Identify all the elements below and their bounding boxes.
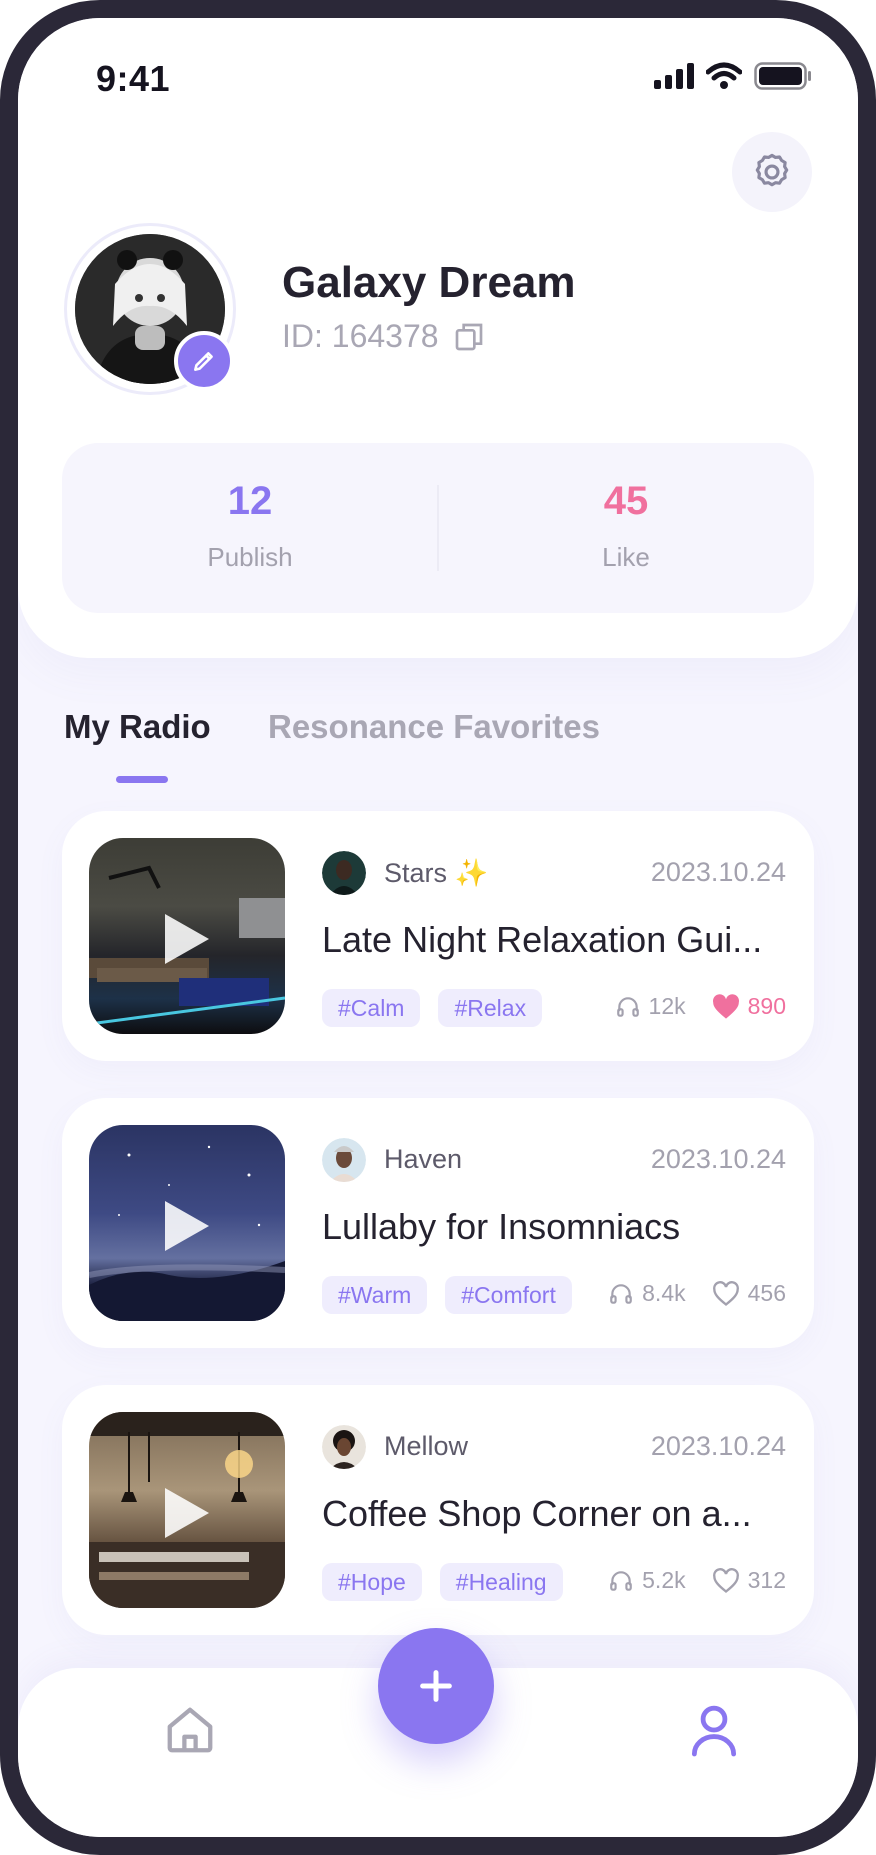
copy-icon[interactable] (453, 321, 485, 353)
tag[interactable]: #Comfort (445, 1276, 572, 1314)
listens-metric: 12k (615, 993, 686, 1020)
nav-home-button[interactable] (158, 1698, 222, 1762)
card-thumbnail[interactable] (89, 1412, 285, 1608)
likes-count: 312 (747, 1567, 786, 1593)
card-date: 2023.10.24 (650, 1144, 786, 1174)
stat-label: Like (602, 542, 650, 572)
headphones-icon (610, 1283, 632, 1304)
stat-value: 12 (227, 479, 273, 523)
pencil-icon (194, 352, 213, 371)
tag-list: #Warm #Comfort (322, 1276, 572, 1314)
heart-outline-icon (712, 1567, 739, 1593)
profile-name: Galaxy Dream (282, 258, 576, 307)
radio-card[interactable]: Mellow 2023.10.24 Coffee Shop Corner on … (62, 1385, 814, 1635)
tab-active-indicator (116, 776, 168, 783)
card-date: 2023.10.24 (650, 1431, 786, 1461)
phone-frame: 9:41 Galaxy Dream ID: 164378 12 Publish … (0, 0, 876, 1855)
sparkles-icon: ✨ (454, 858, 489, 888)
plus-icon (420, 1670, 452, 1702)
author-avatar (322, 851, 366, 895)
profile-id-text: ID: 164378 (282, 318, 439, 354)
card-title[interactable]: Coffee Shop Corner on a... (322, 1493, 790, 1535)
likes-metric[interactable]: 456 (712, 1280, 786, 1307)
settings-button[interactable] (732, 132, 812, 212)
listens-metric: 5.2k (608, 1567, 686, 1594)
author-name: Mellow (384, 1431, 469, 1461)
stat-publish[interactable]: 12 Publish (80, 443, 420, 613)
stat-value: 45 (603, 479, 649, 523)
card-title[interactable]: Lullaby for Insomniacs (322, 1206, 790, 1248)
tag-list: #Hope #Healing (322, 1563, 563, 1601)
play-icon[interactable] (165, 914, 209, 964)
card-thumbnail[interactable] (89, 838, 285, 1034)
play-icon[interactable] (165, 1488, 209, 1538)
play-icon[interactable] (165, 1201, 209, 1251)
listens-count: 8.4k (642, 1280, 686, 1306)
listens-metric: 8.4k (608, 1280, 686, 1307)
battery-icon (754, 62, 811, 90)
heart-filled-icon (712, 993, 739, 1019)
card-metrics: 8.4k 456 (608, 1280, 786, 1307)
edit-avatar-button[interactable] (174, 331, 234, 391)
tab-resonance-favorites[interactable]: Resonance Favorites (268, 708, 600, 746)
screen: 9:41 Galaxy Dream ID: 164378 12 Publish … (18, 18, 858, 1837)
likes-metric[interactable]: 312 (712, 1567, 786, 1594)
likes-metric[interactable]: 890 (712, 993, 786, 1020)
tag[interactable]: #Relax (438, 989, 543, 1027)
listens-count: 12k (648, 993, 686, 1019)
card-date: 2023.10.24 (650, 857, 786, 887)
stats-divider (437, 485, 439, 571)
tag[interactable]: #Hope (322, 1563, 422, 1601)
tag[interactable]: #Warm (322, 1276, 428, 1314)
status-time: 9:41 (96, 58, 171, 99)
tab-my-radio[interactable]: My Radio (64, 708, 211, 746)
likes-count: 456 (747, 1280, 786, 1306)
signal-icon (654, 63, 694, 89)
card-metrics: 5.2k 312 (608, 1567, 786, 1594)
author-avatar (322, 1425, 366, 1469)
tag[interactable]: #Calm (322, 989, 421, 1027)
stats-panel: 12 Publish 45 Like (62, 443, 814, 613)
stat-label: Publish (207, 542, 293, 572)
nav-profile-button[interactable] (682, 1698, 746, 1762)
card-title[interactable]: Late Night Relaxation Gui... (322, 919, 790, 961)
tag-list: #Calm #Relax (322, 989, 543, 1027)
headphones-icon (610, 1570, 632, 1591)
user-icon (691, 1705, 737, 1757)
tag[interactable]: #Healing (439, 1563, 563, 1601)
author-name-text: Stars (384, 858, 448, 888)
listens-count: 5.2k (642, 1567, 686, 1593)
stat-like[interactable]: 45 Like (456, 443, 796, 613)
radio-card[interactable]: Stars ✨ 2023.10.24 Late Night Relaxation… (62, 811, 814, 1061)
gear-icon (755, 153, 789, 187)
wifi-icon (706, 62, 742, 89)
status-icons (654, 62, 812, 90)
likes-count: 890 (747, 993, 786, 1019)
heart-outline-icon (712, 1280, 739, 1306)
profile-id: ID: 164378 (282, 318, 485, 355)
author-avatar (322, 1138, 366, 1182)
home-icon (167, 1707, 213, 1753)
card-thumbnail[interactable] (89, 1125, 285, 1321)
radio-card[interactable]: Haven 2023.10.24 Lullaby for Insomniacs … (62, 1098, 814, 1348)
headphones-icon (616, 996, 639, 1017)
author-name: Stars ✨ (384, 857, 488, 889)
card-metrics: 12k 890 (615, 993, 786, 1020)
author-name: Haven (384, 1144, 463, 1174)
add-button[interactable] (378, 1628, 494, 1744)
